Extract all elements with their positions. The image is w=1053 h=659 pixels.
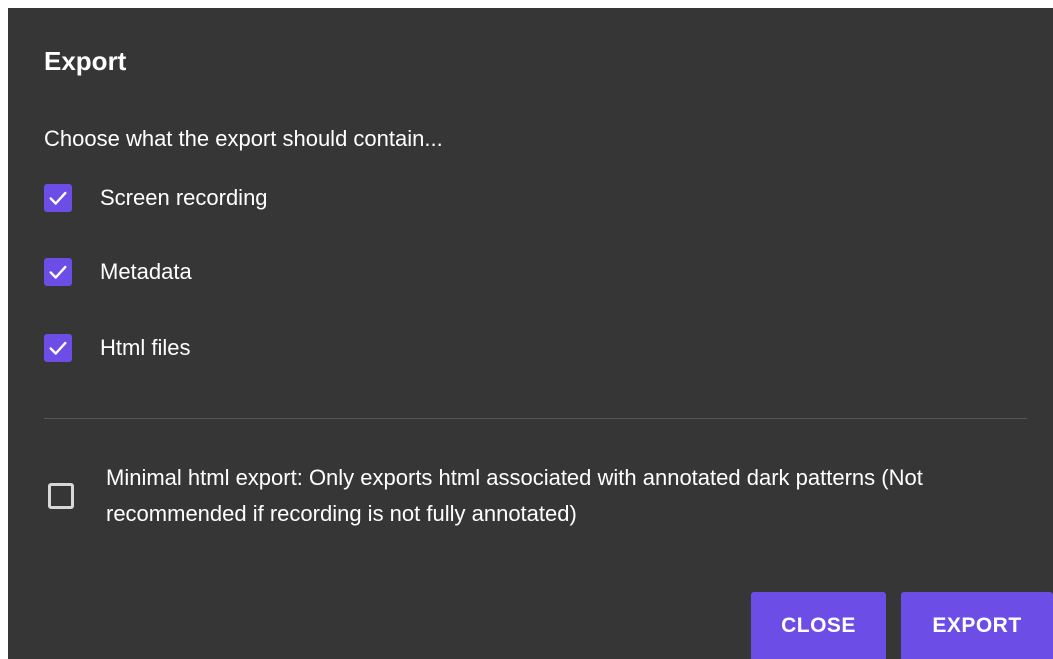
dialog-title: Export [44, 46, 127, 76]
metadata-checkbox[interactable] [44, 258, 72, 286]
option-minimal-html-export[interactable]: Minimal html export: Only exports html a… [48, 460, 1008, 532]
option-metadata[interactable]: Metadata [44, 254, 192, 290]
screen-recording-checkbox[interactable] [44, 184, 72, 212]
screen-recording-label: Screen recording [100, 185, 268, 210]
html-files-label: Html files [100, 335, 191, 360]
checkmark-icon [49, 341, 67, 355]
close-button[interactable]: CLOSE [751, 592, 886, 659]
checkmark-icon [49, 265, 67, 279]
export-button[interactable]: EXPORT [901, 592, 1053, 659]
metadata-label: Metadata [100, 259, 192, 284]
minimal-html-export-label: Minimal html export: Only exports html a… [106, 465, 923, 526]
option-html-files[interactable]: Html files [44, 330, 190, 366]
export-dialog: Export Choose what the export should con… [8, 8, 1053, 659]
dialog-subtitle: Choose what the export should contain... [44, 126, 443, 151]
divider [44, 418, 1027, 419]
checkmark-icon [49, 191, 67, 205]
option-screen-recording[interactable]: Screen recording [44, 180, 268, 216]
html-files-checkbox[interactable] [44, 334, 72, 362]
minimal-html-export-checkbox[interactable] [48, 483, 74, 509]
